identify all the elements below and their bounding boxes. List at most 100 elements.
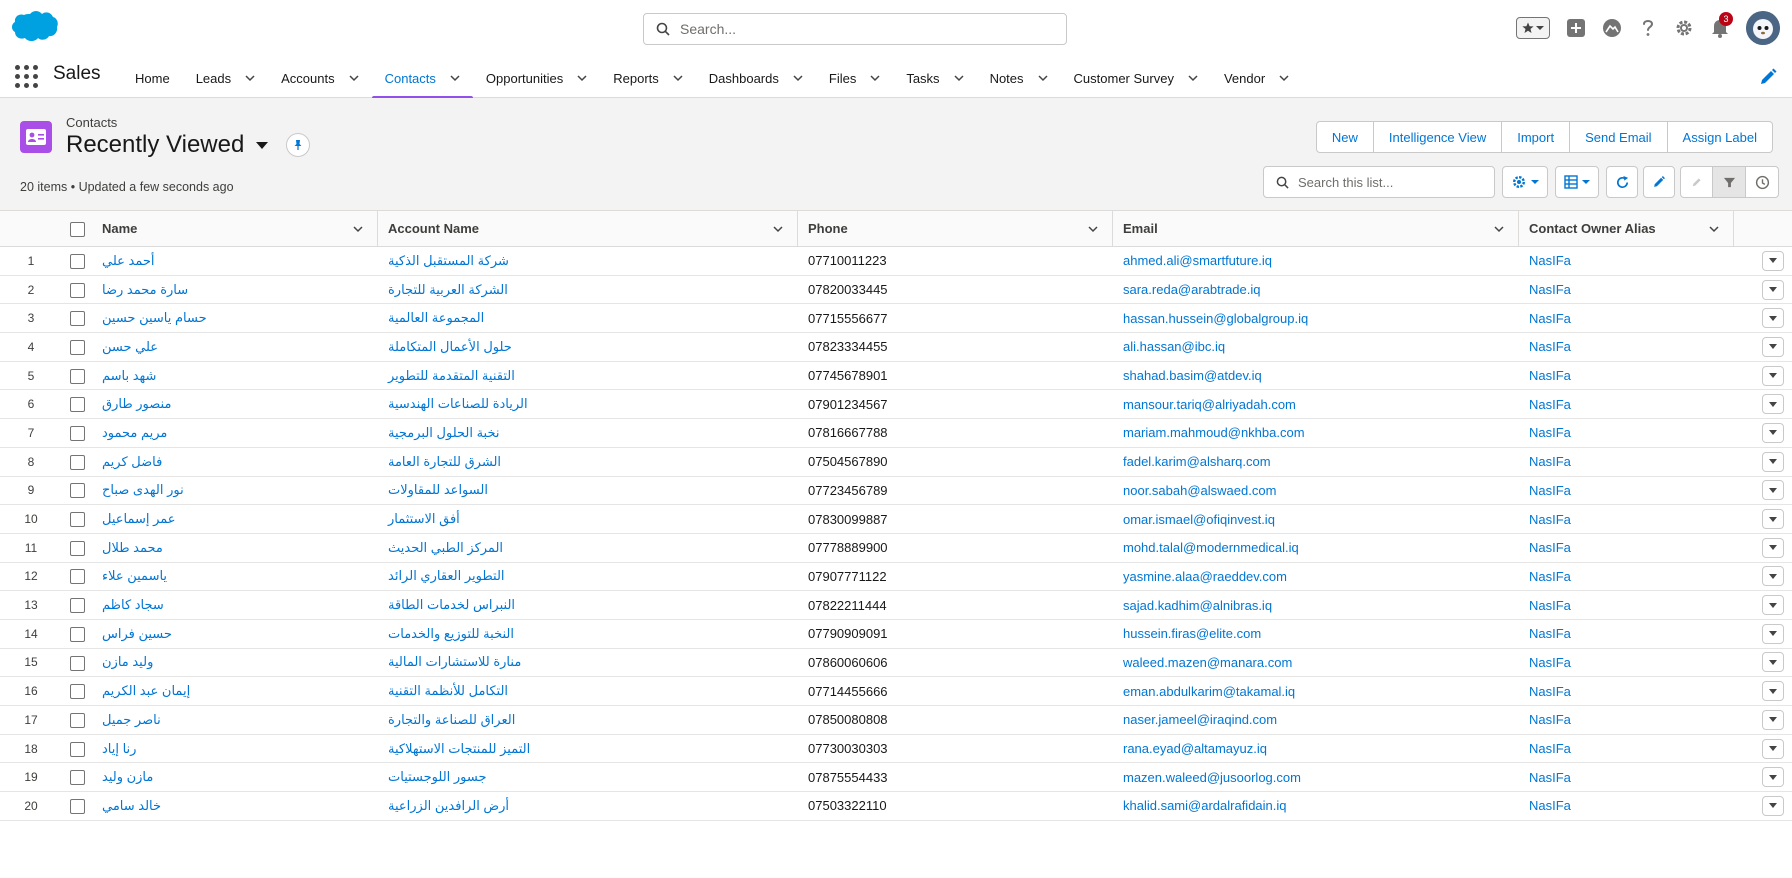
- email-link[interactable]: ali.hassan@ibc.iq: [1123, 339, 1225, 354]
- chart-button[interactable]: [1680, 166, 1713, 198]
- owner-alias-link[interactable]: NasIFa: [1529, 397, 1571, 412]
- account-name-link[interactable]: جسور اللوجستيات: [388, 769, 487, 785]
- chevron-down-icon[interactable]: [245, 73, 255, 83]
- row-actions-menu-button[interactable]: [1762, 308, 1784, 329]
- notifications-button[interactable]: 3: [1702, 9, 1738, 47]
- account-name-link[interactable]: الشرق للتجارة العامة: [388, 454, 501, 470]
- send-email-button[interactable]: Send Email: [1570, 121, 1668, 153]
- email-link[interactable]: mazen.waleed@jusoorlog.com: [1123, 770, 1301, 785]
- assign-label-button[interactable]: Assign Label: [1667, 121, 1773, 153]
- nav-item-contacts[interactable]: Contacts: [371, 58, 474, 99]
- chevron-down-icon[interactable]: [954, 73, 964, 83]
- inline-edit-button[interactable]: [1643, 166, 1675, 198]
- owner-alias-link[interactable]: NasIFa: [1529, 425, 1571, 440]
- row-checkbox[interactable]: [69, 540, 85, 556]
- row-actions-menu-button[interactable]: [1762, 250, 1784, 271]
- row-checkbox[interactable]: [69, 626, 85, 642]
- contact-name-link[interactable]: إيمان عبد الكريم: [102, 683, 190, 699]
- contact-name-link[interactable]: منصور طارق: [102, 396, 171, 412]
- owner-alias-link[interactable]: NasIFa: [1529, 684, 1571, 699]
- email-link[interactable]: yasmine.alaa@raeddev.com: [1123, 569, 1287, 584]
- trailhead-button[interactable]: [1594, 9, 1630, 47]
- global-search-input[interactable]: [680, 21, 1040, 37]
- select-all-checkbox[interactable]: [69, 221, 85, 237]
- row-actions-menu-button[interactable]: [1762, 509, 1784, 530]
- account-name-link[interactable]: السواعد للمقاولات: [388, 482, 488, 498]
- account-name-link[interactable]: التميز للمنتجات الاستهلاكية: [388, 741, 530, 757]
- nav-item-dashboards[interactable]: Dashboards: [696, 58, 816, 98]
- contact-name-link[interactable]: محمد طلال: [102, 540, 163, 556]
- email-link[interactable]: rana.eyad@altamayuz.iq: [1123, 741, 1267, 756]
- account-name-link[interactable]: المركز الطبي الحديث: [388, 540, 503, 556]
- owner-alias-link[interactable]: NasIFa: [1529, 540, 1571, 555]
- owner-alias-link[interactable]: NasIFa: [1529, 253, 1571, 268]
- owner-alias-link[interactable]: NasIFa: [1529, 741, 1571, 756]
- email-link[interactable]: sajad.kadhim@alnibras.iq: [1123, 598, 1272, 613]
- row-actions-menu-button[interactable]: [1762, 595, 1784, 616]
- account-name-link[interactable]: أرض الرافدين الزراعية: [388, 798, 509, 814]
- email-link[interactable]: hussein.firas@elite.com: [1123, 626, 1261, 641]
- row-checkbox[interactable]: [69, 483, 85, 499]
- row-checkbox[interactable]: [69, 798, 85, 814]
- account-name-link[interactable]: حلول الأعمال المتكاملة: [388, 339, 512, 355]
- email-link[interactable]: sara.reda@arabtrade.iq: [1123, 282, 1261, 297]
- setup-button[interactable]: [1666, 9, 1702, 47]
- contact-name-link[interactable]: ياسمين علاء: [102, 568, 167, 584]
- owner-alias-link[interactable]: NasIFa: [1529, 655, 1571, 670]
- chevron-down-icon[interactable]: [1038, 73, 1048, 83]
- row-actions-menu-button[interactable]: [1762, 537, 1784, 558]
- contact-name-link[interactable]: سجاد كاظم: [102, 597, 164, 613]
- owner-alias-link[interactable]: NasIFa: [1529, 626, 1571, 641]
- chevron-down-icon[interactable]: [349, 73, 359, 83]
- app-launcher-icon[interactable]: [14, 64, 38, 88]
- contact-name-link[interactable]: علي حسن: [102, 339, 158, 355]
- owner-alias-link[interactable]: NasIFa: [1529, 454, 1571, 469]
- row-actions-menu-button[interactable]: [1762, 279, 1784, 300]
- row-actions-menu-button[interactable]: [1762, 394, 1784, 415]
- row-actions-menu-button[interactable]: [1762, 681, 1784, 702]
- column-header-name[interactable]: Name: [92, 211, 378, 247]
- chevron-down-icon[interactable]: [773, 224, 783, 234]
- row-actions-menu-button[interactable]: [1762, 623, 1784, 644]
- help-button[interactable]: [1630, 9, 1666, 47]
- chevron-down-icon[interactable]: [450, 73, 460, 83]
- nav-item-vendor[interactable]: Vendor: [1211, 58, 1302, 98]
- global-actions-button[interactable]: [1558, 9, 1594, 47]
- account-name-link[interactable]: الشركة العربية للتجارة: [388, 282, 508, 298]
- email-link[interactable]: mariam.mahmoud@nkhba.com: [1123, 425, 1305, 440]
- owner-alias-link[interactable]: NasIFa: [1529, 311, 1571, 326]
- email-link[interactable]: fadel.karim@alsharq.com: [1123, 454, 1271, 469]
- account-name-link[interactable]: التطوير العقاري الرائد: [388, 568, 505, 584]
- row-checkbox[interactable]: [69, 741, 85, 757]
- owner-alias-link[interactable]: NasIFa: [1529, 569, 1571, 584]
- list-search-input[interactable]: [1298, 174, 1488, 190]
- account-name-link[interactable]: النبراس لخدمات الطاقة: [388, 597, 515, 613]
- email-link[interactable]: naser.jameel@iraqind.com: [1123, 712, 1277, 727]
- favorites-button[interactable]: [1516, 17, 1550, 39]
- chevron-down-icon[interactable]: [577, 73, 587, 83]
- row-checkbox[interactable]: [69, 368, 85, 384]
- row-checkbox[interactable]: [69, 770, 85, 786]
- account-name-link[interactable]: شركة المستقبل الذكية: [388, 253, 509, 269]
- row-actions-menu-button[interactable]: [1762, 336, 1784, 357]
- edit-nav-pencil-icon[interactable]: [1758, 67, 1778, 87]
- pin-list-view-button[interactable]: [286, 133, 310, 157]
- import-button[interactable]: Import: [1502, 121, 1571, 153]
- contact-name-link[interactable]: حسام ياسين حسين: [102, 310, 207, 326]
- row-checkbox[interactable]: [69, 655, 85, 671]
- email-link[interactable]: ahmed.ali@smartfuture.iq: [1123, 253, 1272, 268]
- email-link[interactable]: waleed.mazen@manara.com: [1123, 655, 1292, 670]
- row-actions-menu-button[interactable]: [1762, 451, 1784, 472]
- row-actions-menu-button[interactable]: [1762, 566, 1784, 587]
- account-name-link[interactable]: نخبة الحلول البرمجية: [388, 425, 499, 441]
- chevron-down-icon[interactable]: [1279, 73, 1289, 83]
- nav-item-tasks[interactable]: Tasks: [893, 58, 976, 98]
- row-actions-menu-button[interactable]: [1762, 652, 1784, 673]
- email-link[interactable]: khalid.sami@ardalrafidain.iq: [1123, 798, 1287, 813]
- owner-alias-link[interactable]: NasIFa: [1529, 770, 1571, 785]
- contact-name-link[interactable]: حسين فراس: [102, 626, 172, 642]
- row-checkbox[interactable]: [69, 339, 85, 355]
- filter-button[interactable]: [1713, 166, 1746, 198]
- email-link[interactable]: shahad.basim@atdev.iq: [1123, 368, 1262, 383]
- account-name-link[interactable]: التكامل للأنظمة التقنية: [388, 683, 508, 699]
